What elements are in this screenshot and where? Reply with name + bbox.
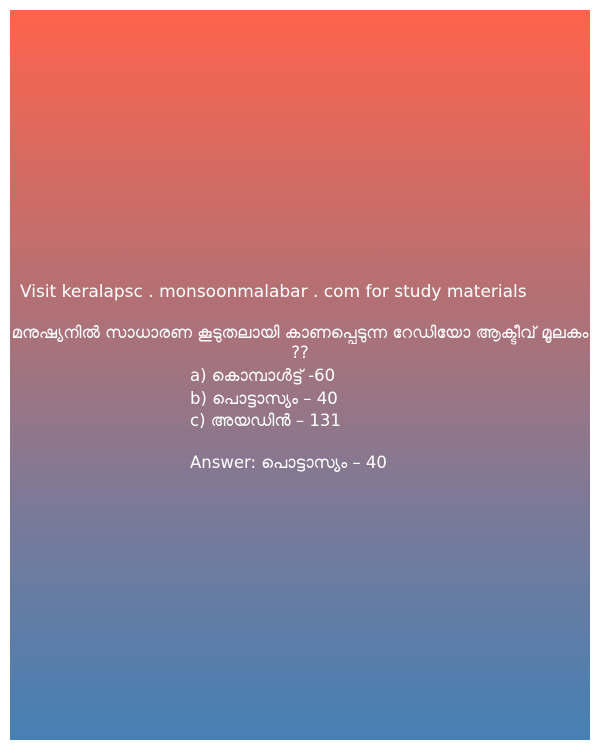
option-b: b) പൊട്ടാസ്യം – 40 <box>190 388 338 408</box>
quiz-card: Visit keralapsc . monsoonmalabar . com f… <box>10 10 590 740</box>
site-promo-text: Visit keralapsc . monsoonmalabar . com f… <box>20 282 527 302</box>
answer-text: Answer: പൊട്ടാസ്യം – 40 <box>190 453 387 472</box>
option-a: a) കൊമ്പാൾട്ട് -60 <box>190 366 336 385</box>
options-list: a) കൊമ്പാൾട്ട് -60 b) പൊട്ടാസ്യം – 40 c)… <box>190 365 341 433</box>
option-c: c) അയഡിൻ – 131 <box>190 411 341 430</box>
question-text: മനുഷ്യനിൽ സാധാരണ കൂടുതലായി കാണപ്പെടുന്ന … <box>11 323 589 362</box>
